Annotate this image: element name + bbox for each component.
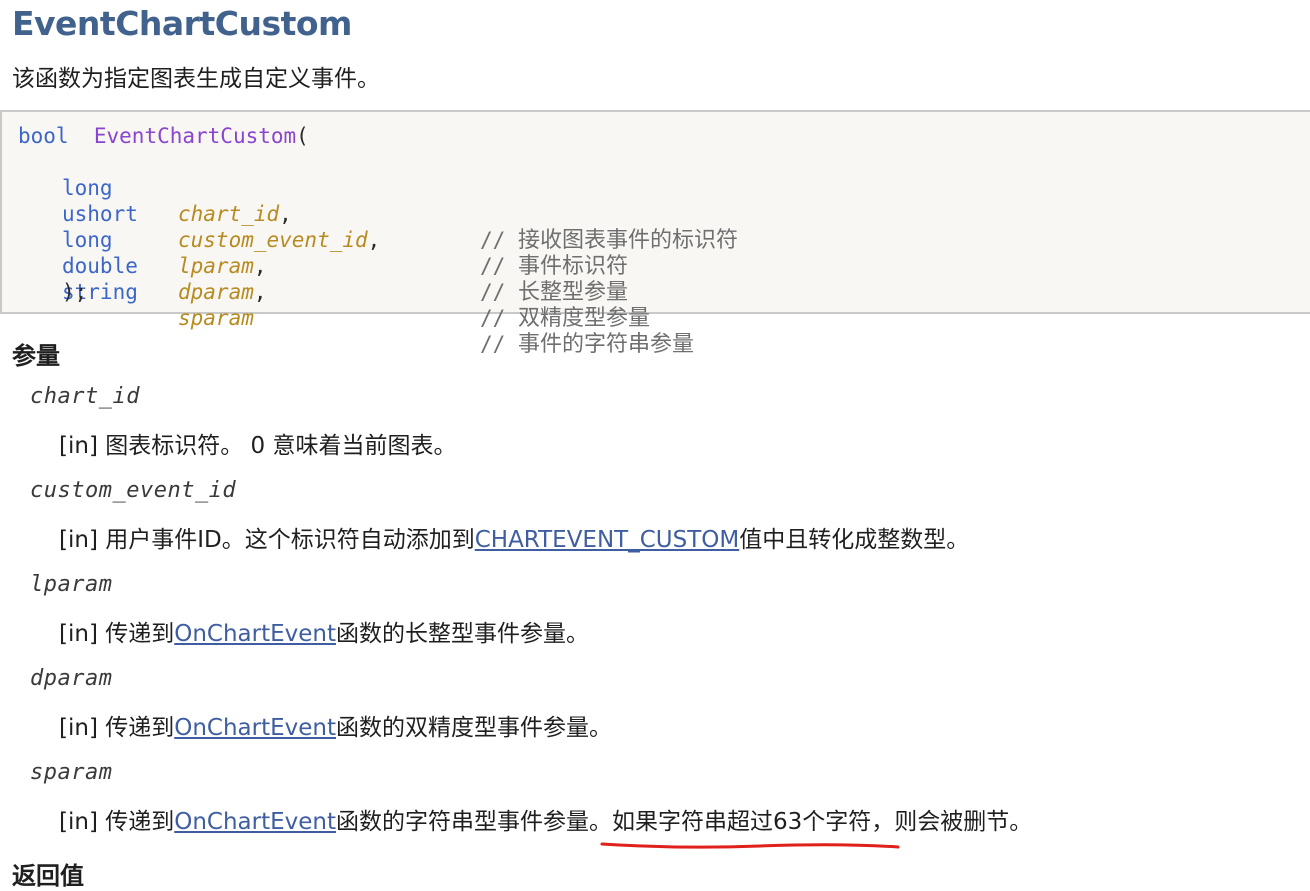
param-description: [in] 传递到OnChartEvent函数的双精度型事件参量。 — [59, 708, 612, 742]
param-desc-suffix: 函数的字符串型事件参量。 — [336, 809, 613, 835]
code-comment: // 事件的字符串参量 — [480, 331, 694, 358]
comment-text: 事件的字符串参量 — [517, 332, 694, 357]
param-desc-tail: ，则会被删节。 — [871, 809, 1033, 835]
open-paren: ( — [296, 124, 309, 148]
comment-text: 双精度型参量 — [517, 306, 650, 331]
param-entry: dparam [in] 传递到OnChartEvent函数的双精度型事件参量。 — [12, 662, 1310, 756]
comment-mark: // — [480, 306, 506, 330]
param-name: lparam — [30, 572, 113, 597]
code-param-name-wrap: sparam — [178, 305, 254, 331]
return-type: bool — [18, 124, 69, 148]
param-desc-suffix: 函数的长整型事件参量。 — [336, 621, 590, 647]
param-description: [in] 传递到OnChartEvent函数的字符串型事件参量。如果字符串超过6… — [59, 802, 1033, 849]
param-name: dparam — [30, 666, 113, 691]
close-paren: ); — [62, 280, 88, 304]
param-entry: chart_id [in] 图表标识符。 0 意味着当前图表。 — [12, 380, 1310, 474]
param-description: [in] 传递到OnChartEvent函数的长整型事件参量。 — [59, 614, 589, 648]
param-entry: custom_event_id [in] 用户事件ID。这个标识符自动添加到CH… — [12, 474, 1310, 568]
param-desc-text: [in] 传递到 — [59, 621, 175, 647]
code-comment: // 双精度型参量 — [480, 305, 650, 332]
code-param-line: long chart_id, // 接收图表事件的标识符 — [18, 149, 1310, 253]
param-desc-suffix: 函数的双精度型事件参量。 — [336, 715, 613, 741]
param-description: [in] 图表标识符。 0 意味着当前图表。 — [59, 426, 456, 460]
parameters-list: chart_id [in] 图表标识符。 0 意味着当前图表。 custom_e… — [12, 380, 1310, 850]
highlighted-text: 如果字符串超过63个字符 — [600, 802, 900, 849]
code-close-line: ); — [18, 279, 1310, 305]
highlight-text: 如果字符串超过63个字符 — [612, 809, 872, 835]
red-underline-annotation — [600, 842, 900, 849]
code-signature-line: bool EventChartCustom( — [18, 123, 1310, 149]
code-param-line: long lparam, // 长整型参量 — [18, 201, 1310, 305]
code-param-line: string sparam // 事件的字符串参量 — [18, 253, 1310, 357]
doc-page: EventChartCustom 该函数为指定图表生成自定义事件。 — [12, 0, 1310, 94]
param-name: chart_id — [30, 384, 140, 409]
param-desc-text: [in] 传递到 — [59, 715, 175, 741]
parameters-heading: 参量 — [12, 342, 60, 370]
onchartevent-link[interactable]: OnChartEvent — [174, 809, 336, 835]
code-param-name: sparam — [178, 306, 254, 330]
comment-mark: // — [480, 332, 506, 356]
onchartevent-link[interactable]: OnChartEvent — [174, 715, 336, 741]
param-desc-text: [in] 图表标识符。 0 意味着当前图表。 — [59, 433, 457, 459]
param-description: [in] 用户事件ID。这个标识符自动添加到CHARTEVENT_CUSTOM值… — [59, 520, 969, 554]
code-param-line: ushort custom_event_id, // 事件标识符 — [18, 175, 1310, 279]
onchartevent-link[interactable]: OnChartEvent — [174, 621, 336, 647]
param-entry: sparam [in] 传递到OnChartEvent函数的字符串型事件参量。如… — [12, 756, 1310, 850]
param-desc-text: [in] 用户事件ID。这个标识符自动添加到 — [59, 527, 475, 553]
function-description: 该函数为指定图表生成自定义事件。 — [12, 66, 380, 92]
param-name: custom_event_id — [30, 478, 237, 503]
function-name: EventChartCustom — [93, 124, 297, 148]
param-entry: lparam [in] 传递到OnChartEvent函数的长整型事件参量。 — [12, 568, 1310, 662]
param-desc-text: [in] 传递到 — [59, 809, 175, 835]
page-title: EventChartCustom — [12, 4, 352, 43]
chartevent-custom-link[interactable]: CHARTEVENT_CUSTOM — [475, 527, 740, 553]
param-name: sparam — [30, 760, 113, 785]
code-param-line: double dparam, // 双精度型参量 — [18, 227, 1310, 331]
code-block: bool EventChartCustom( long chart_id, //… — [0, 110, 1310, 357]
param-desc-suffix: 值中且转化成整数型。 — [739, 527, 970, 553]
